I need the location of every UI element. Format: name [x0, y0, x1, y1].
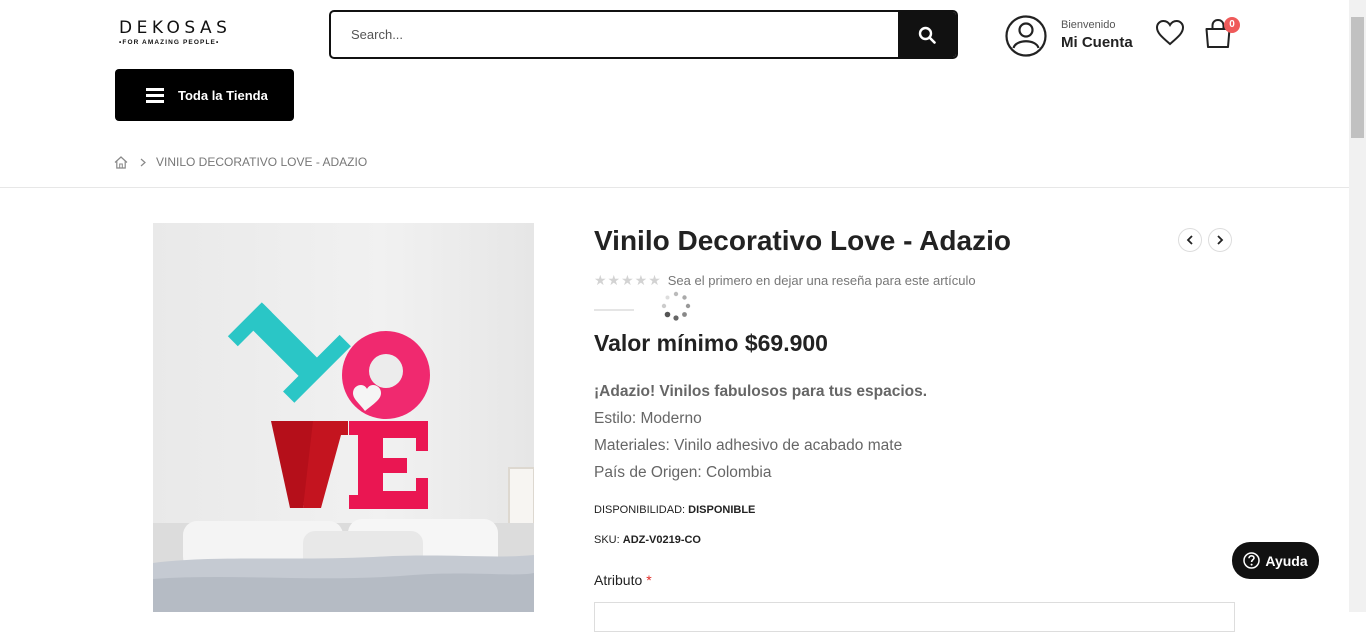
account-welcome: Bienvenido — [1061, 19, 1116, 31]
scrollbar-thumb[interactable] — [1351, 17, 1364, 138]
product-photo — [153, 223, 534, 612]
logo[interactable]: DEKOSAS •FOR AMAZING PEOPLE• — [119, 18, 233, 48]
sku-value: ADZ-V0219-CO — [622, 534, 701, 546]
heart-icon — [1155, 19, 1185, 46]
logo-text: DEKOSAS — [119, 18, 232, 38]
all-store-menu-button[interactable]: Toda la Tienda — [115, 69, 294, 121]
description-origin: País de Origen: Colombia — [594, 464, 772, 481]
menu-icon — [146, 87, 164, 103]
product-price: Valor mínimo $69.900 — [594, 330, 828, 356]
question-icon — [1243, 552, 1261, 569]
description-style: Estilo: Moderno — [594, 410, 702, 427]
logo-tagline: •FOR AMAZING PEOPLE• — [119, 39, 220, 46]
availability-value: DISPONIBLE — [688, 504, 756, 516]
attribute-select[interactable] — [594, 602, 1235, 632]
cart-count-badge: 0 — [1224, 17, 1240, 33]
required-mark: * — [646, 572, 652, 588]
divider — [594, 309, 634, 311]
previous-product-button[interactable] — [1178, 228, 1202, 252]
description-materials: Materiales: Vinilo adhesivo de acabado m… — [594, 437, 903, 454]
cart-button[interactable]: 0 — [1203, 16, 1240, 55]
help-label: Ayuda — [1265, 552, 1308, 569]
search-input[interactable] — [331, 12, 899, 57]
review-link[interactable]: Sea el primero en dejar una reseña para … — [668, 273, 976, 288]
home-icon[interactable] — [114, 155, 128, 169]
rating-stars-icon: ★★★★★ — [594, 272, 662, 288]
sku-label: SKU: — [594, 534, 620, 546]
all-store-menu-label: Toda la Tienda — [178, 87, 268, 103]
attribute-label: Atributo * — [594, 572, 652, 588]
next-product-button[interactable] — [1208, 228, 1232, 252]
description-tagline: ¡Adazio! Vinilos fabulosos para tus espa… — [594, 383, 928, 400]
chevron-right-icon — [140, 158, 146, 166]
sku: SKU: ADZ-V0219-CO — [594, 534, 701, 546]
product-image[interactable] — [153, 223, 534, 612]
user-icon — [1005, 15, 1047, 57]
attribute-label-text: Atributo — [594, 572, 643, 588]
product-rating: ★★★★★ Sea el primero en dejar una reseña… — [594, 272, 976, 289]
page-scrollbar[interactable] — [1349, 0, 1366, 612]
breadcrumb: VINILO DECORATIVO LOVE - ADAZIO — [114, 154, 367, 170]
loading-spinner-icon — [661, 291, 691, 321]
header-divider — [0, 187, 1349, 188]
chevron-right-icon — [1217, 235, 1224, 245]
help-button[interactable]: Ayuda — [1232, 542, 1319, 579]
account-label: Mi Cuenta — [1061, 34, 1133, 51]
breadcrumb-current: VINILO DECORATIVO LOVE - ADAZIO — [156, 155, 368, 169]
search-button[interactable] — [898, 12, 956, 57]
availability-label: DISPONIBILIDAD: — [594, 504, 686, 516]
availability: DISPONIBILIDAD: DISPONIBLE — [594, 504, 755, 516]
account-link[interactable]: Bienvenido Mi Cuenta — [1004, 14, 1144, 58]
chevron-left-icon — [1186, 235, 1193, 245]
wishlist-button[interactable] — [1155, 19, 1185, 52]
product-description: ¡Adazio! Vinilos fabulosos para tus espa… — [594, 378, 927, 486]
product-title: Vinilo Decorativo Love - Adazio — [594, 225, 1011, 256]
search-icon — [918, 26, 936, 44]
search-bar — [329, 10, 958, 59]
